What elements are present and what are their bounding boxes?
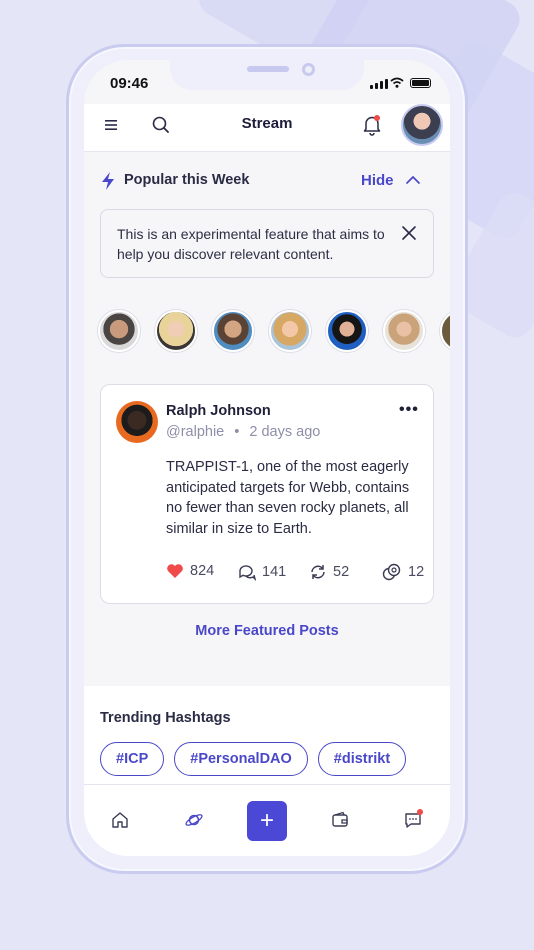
battery-icon: [410, 78, 431, 88]
notification-dot: [374, 115, 380, 121]
author-name[interactable]: Ralph Johnson: [166, 403, 271, 419]
popular-section-header: Popular this Week Hide: [100, 168, 434, 196]
cellular-signal-icon: [370, 79, 388, 89]
notice-text: This is an experimental feature that aim…: [117, 226, 385, 262]
wallet-icon[interactable]: [331, 811, 349, 829]
comment-button[interactable]: 141: [238, 563, 286, 581]
lightning-icon: [102, 172, 114, 190]
tip-count: 12: [408, 564, 425, 580]
hashtag-chip[interactable]: #ICP: [100, 742, 165, 776]
app-screen: 09:46 Stream Popular this Week Hide This…: [84, 60, 450, 856]
tip-button[interactable]: 12: [382, 563, 424, 581]
hide-button[interactable]: Hide: [361, 172, 394, 189]
close-icon[interactable]: [401, 225, 417, 241]
author-handle[interactable]: @ralphie: [166, 424, 224, 440]
tip-coins-icon: [382, 563, 401, 581]
repost-count: 52: [333, 564, 350, 580]
trending-hashtags-section: Trending Hashtags #ICP #PersonalDAO #dis…: [84, 686, 450, 784]
like-count: 824: [190, 563, 215, 579]
wifi-icon: [390, 77, 404, 88]
bottom-tab-bar: +: [84, 784, 450, 856]
post-body: TRAPPIST-1, one of the most eagerly anti…: [166, 459, 410, 537]
phone-notch: [170, 50, 364, 90]
user-avatar[interactable]: [440, 310, 450, 352]
hashtag-chip[interactable]: #distrikt: [317, 742, 407, 776]
user-avatar[interactable]: [155, 310, 197, 352]
post-meta: @ralphie • 2 days ago: [166, 424, 320, 440]
plus-icon: +: [259, 807, 274, 834]
hashtag-chip[interactable]: #PersonalDAO: [174, 742, 308, 776]
planet-icon[interactable]: [184, 811, 204, 829]
meta-separator: •: [234, 424, 240, 440]
chat-notification-dot: [417, 809, 423, 815]
more-featured-posts-link[interactable]: More Featured Posts: [84, 623, 450, 639]
post-time: 2 days ago: [249, 424, 321, 440]
trending-title: Trending Hashtags: [100, 710, 231, 726]
user-avatar[interactable]: [98, 310, 140, 352]
popular-users-row: [98, 310, 450, 352]
post-actions: 824 141 52 12: [166, 563, 426, 585]
featured-post-card[interactable]: Ralph Johnson @ralphie • 2 days ago ••• …: [100, 384, 434, 604]
comment-count: 141: [262, 564, 287, 580]
repost-icon: [311, 565, 325, 579]
status-time: 09:46: [110, 75, 149, 92]
chevron-up-icon[interactable]: [405, 175, 421, 185]
user-avatar[interactable]: [383, 310, 425, 352]
home-icon[interactable]: [111, 811, 129, 829]
popular-title: Popular this Week: [124, 172, 250, 188]
more-options-icon[interactable]: •••: [399, 401, 419, 419]
heart-icon: [167, 564, 183, 578]
user-avatar[interactable]: [212, 310, 254, 352]
profile-avatar[interactable]: [401, 104, 443, 146]
hashtag-list: #ICP #PersonalDAO #distrikt: [100, 742, 407, 776]
like-button[interactable]: 824: [166, 563, 214, 579]
front-camera: [302, 63, 315, 76]
top-header: Stream: [84, 104, 450, 152]
experimental-notice: This is an experimental feature that aim…: [100, 209, 434, 278]
comment-icon: [239, 565, 256, 581]
speaker-grille: [247, 66, 289, 72]
user-avatar[interactable]: [326, 310, 368, 352]
author-avatar[interactable]: [116, 401, 158, 443]
create-post-button[interactable]: +: [247, 801, 287, 841]
user-avatar[interactable]: [269, 310, 311, 352]
repost-button[interactable]: 52: [309, 563, 349, 581]
page-title: Stream: [241, 115, 293, 132]
